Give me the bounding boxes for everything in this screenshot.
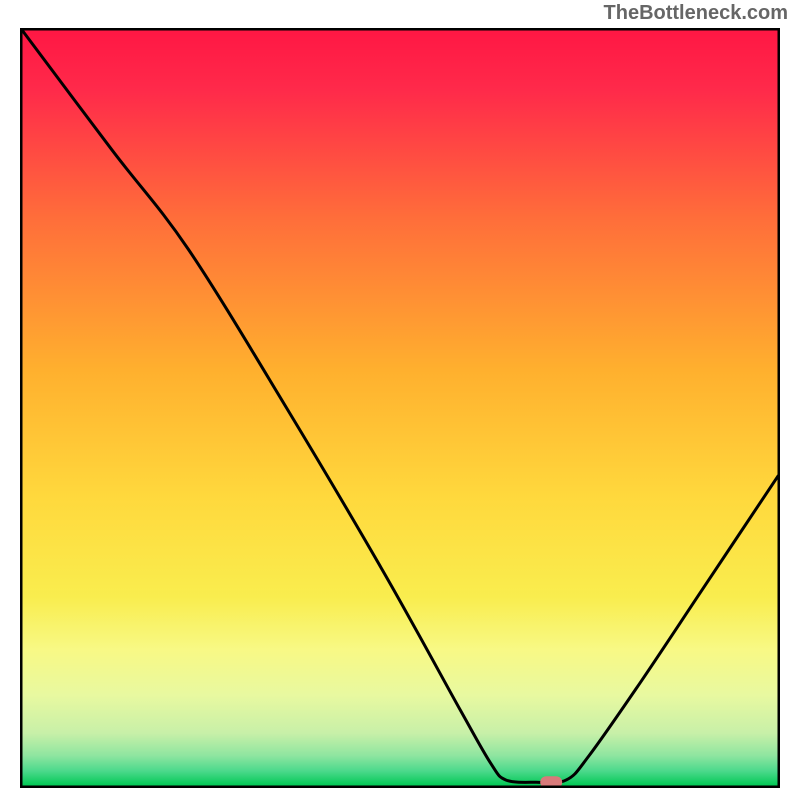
chart-background	[22, 30, 778, 786]
watermark-text: TheBottleneck.com	[604, 2, 788, 25]
chart-svg	[20, 28, 780, 788]
chart-container: TheBottleneck.com	[0, 0, 800, 800]
chart-plot-area	[20, 28, 780, 788]
